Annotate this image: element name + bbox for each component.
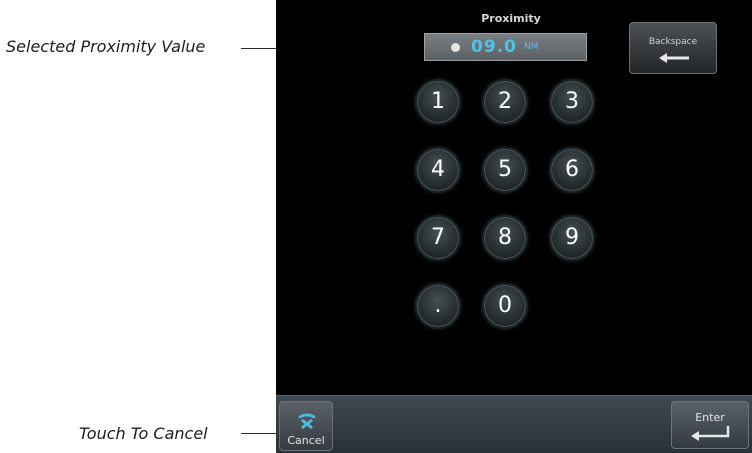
keypad-key[interactable]: 4 — [415, 147, 461, 193]
enter-button[interactable]: Enter — [671, 401, 749, 449]
backspace-label: Backspace — [648, 37, 698, 47]
cancel-button[interactable]: Cancel — [279, 401, 333, 451]
keypad-key[interactable]: 2 — [482, 79, 528, 125]
app-root: Selected Proximity Value Touch To Cancel… — [0, 0, 752, 453]
keypad-key[interactable]: 0 — [482, 283, 528, 329]
left-arrow-icon — [659, 53, 689, 63]
backspace-button[interactable]: Backspace — [629, 22, 717, 74]
touch-to-cancel-callout: Touch To Cancel — [79, 424, 208, 443]
proximity-value-field[interactable]: 09.0 NM — [424, 33, 587, 61]
keypad-key-decimal[interactable]: . — [415, 283, 461, 329]
device-screen: Proximity 09.0 NM Backspace 1 2 3 4 5 6 … — [276, 0, 752, 453]
enter-label: Enter — [695, 411, 725, 424]
cancel-icon — [298, 413, 316, 430]
selected-proximity-callout: Selected Proximity Value — [6, 37, 206, 56]
keypad-key[interactable]: 5 — [482, 147, 528, 193]
keypad-key[interactable]: 1 — [415, 79, 461, 125]
keypad-key[interactable]: 7 — [415, 215, 461, 261]
keypad-key[interactable]: 6 — [549, 147, 595, 193]
cursor-dot-icon — [451, 43, 460, 52]
keypad-key[interactable]: 8 — [482, 215, 528, 261]
callout-leader-line — [241, 433, 277, 434]
unit-label: NM — [524, 42, 539, 52]
keypad-key[interactable]: 9 — [549, 215, 595, 261]
cancel-label: Cancel — [287, 434, 325, 447]
keypad-key[interactable]: 3 — [549, 79, 595, 125]
enter-return-icon — [691, 426, 730, 441]
page-title: Proximity — [481, 12, 541, 25]
proximity-value: 09.0 — [471, 37, 517, 57]
